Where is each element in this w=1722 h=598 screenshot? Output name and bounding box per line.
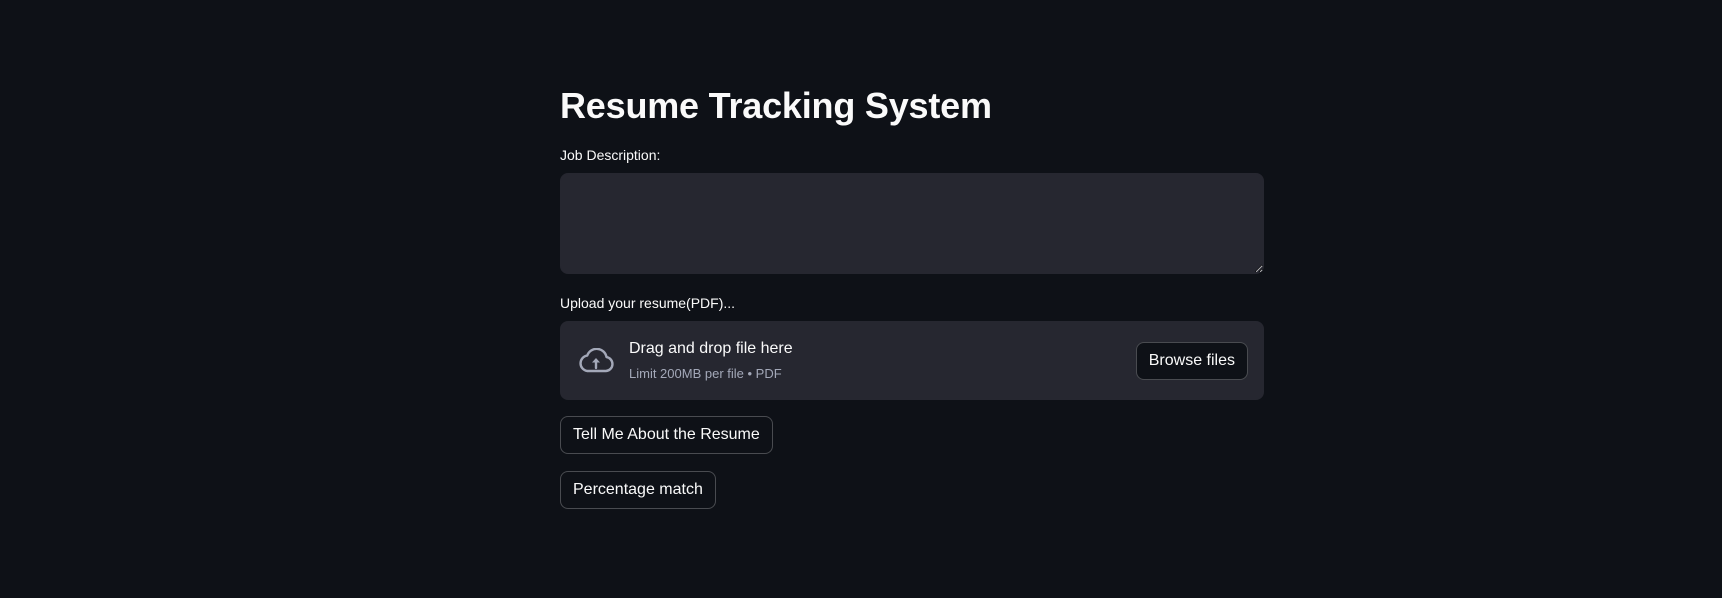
- drop-instructions: Drag and drop file here: [629, 340, 793, 357]
- dropzone-text: Drag and drop file here Limit 200MB per …: [629, 338, 1136, 383]
- page-title: Resume Tracking System: [560, 85, 992, 126]
- browse-files-button[interactable]: Browse files: [1135, 341, 1248, 380]
- main-content: Resume Tracking System Job Description: …: [560, 78, 1264, 509]
- resume-upload-label: Upload your resume(PDF)...: [560, 295, 736, 311]
- percentage-match-button[interactable]: Percentage match: [560, 471, 716, 509]
- tell-me-row: Tell Me About the Resume: [560, 416, 1264, 454]
- cloud-upload-icon: [576, 341, 616, 381]
- job-description-textarea[interactable]: [560, 173, 1264, 274]
- file-dropzone[interactable]: Drag and drop file here Limit 200MB per …: [560, 321, 1264, 400]
- job-description-label: Job Description:: [560, 147, 661, 163]
- tell-me-about-resume-button[interactable]: Tell Me About the Resume: [560, 416, 773, 454]
- percentage-match-row: Percentage match: [560, 471, 1264, 509]
- app-root: Resume Tracking System Job Description: …: [0, 0, 1722, 598]
- file-limit-hint: Limit 200MB per file • PDF: [629, 366, 782, 381]
